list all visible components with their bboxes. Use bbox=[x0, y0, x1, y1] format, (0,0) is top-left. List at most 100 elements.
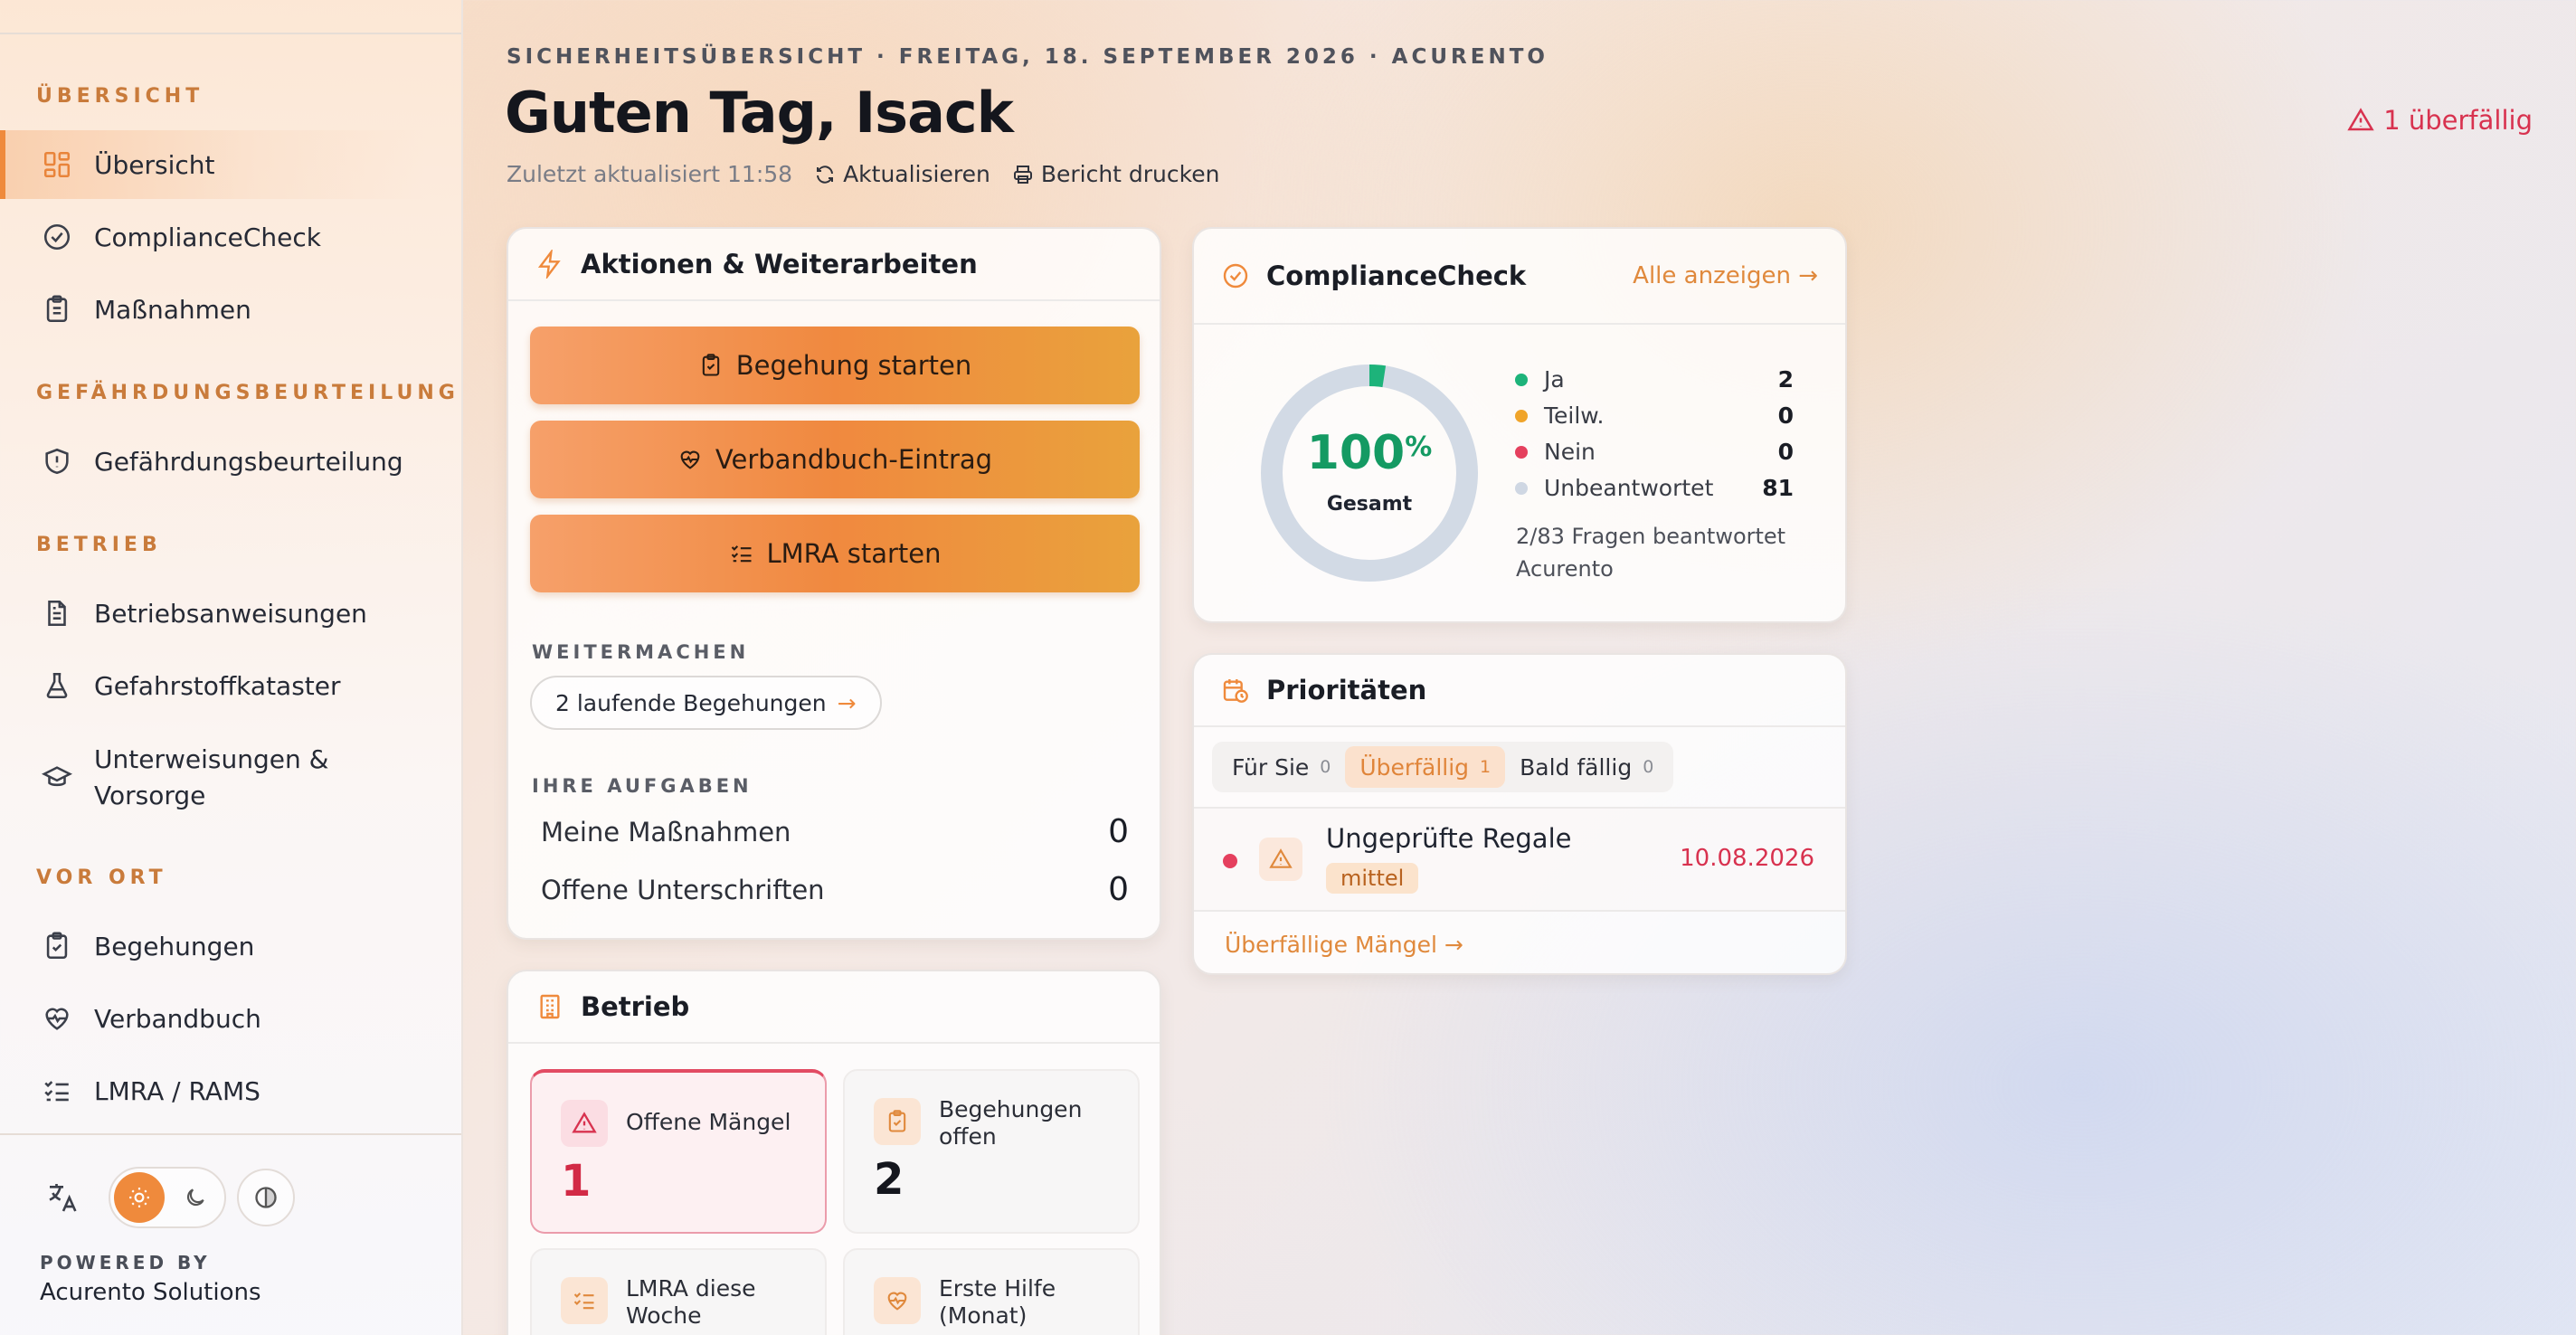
sidebar-item-betriebsanweisungen[interactable]: Betriebsanweisungen bbox=[0, 579, 425, 648]
operations-card-title: Betrieb bbox=[581, 991, 690, 1022]
powered-by-label: POWERED BY bbox=[40, 1252, 211, 1273]
priority-item[interactable]: Ungeprüfte Regale mittel 10.08.2026 bbox=[1194, 807, 1845, 912]
priority-item-title: Ungeprüfte Regale bbox=[1326, 823, 1572, 854]
task-row-unterschriften[interactable]: Offene Unterschriften 0 bbox=[541, 871, 1129, 908]
arrow-right-icon: → bbox=[1444, 932, 1463, 958]
translate-icon[interactable] bbox=[45, 1179, 81, 1216]
show-all-link[interactable]: Alle anzeigen → bbox=[1633, 262, 1818, 289]
summary-company: Acurento bbox=[1516, 556, 1614, 582]
legend-label: Teilw. bbox=[1544, 402, 1605, 429]
compliance-card-title: ComplianceCheck bbox=[1266, 260, 1527, 291]
tile-label: LMRA diese Woche bbox=[626, 1275, 756, 1330]
tab-ueberfaellig[interactable]: Überfällig 1 bbox=[1345, 746, 1506, 788]
tab-label: Für Sie bbox=[1232, 753, 1310, 781]
lmra-week-tile[interactable]: LMRA diese Woche bbox=[530, 1248, 827, 1335]
legend-label: Nein bbox=[1544, 439, 1596, 465]
print-report-button[interactable]: Bericht drucken bbox=[1012, 161, 1220, 187]
lightning-icon bbox=[537, 250, 561, 279]
last-updated-text: Zuletzt aktualisiert 11:58 bbox=[507, 161, 793, 187]
legend-dot bbox=[1515, 481, 1528, 495]
tab-count: 0 bbox=[1643, 757, 1654, 777]
warning-triangle-icon bbox=[572, 1112, 597, 1133]
task-label: Meine Maßnahmen bbox=[541, 816, 791, 847]
dark-mode-button[interactable] bbox=[170, 1172, 221, 1223]
start-lmra-button[interactable]: LMRA starten bbox=[530, 515, 1140, 592]
sidebar-item-gefaehrdungsbeurteilung[interactable]: Gefährdungsbeurteilung bbox=[0, 427, 425, 496]
refresh-button[interactable]: Aktualisieren bbox=[814, 161, 990, 187]
sidebar-item-begehungen[interactable]: Begehungen bbox=[0, 912, 425, 980]
heart-pulse-icon bbox=[680, 450, 700, 469]
open-defects-tile[interactable]: Offene Mängel 1 bbox=[530, 1069, 827, 1234]
answered-summary: 2/83 Fragen beantwortet bbox=[1516, 524, 1786, 549]
compliance-card: ComplianceCheck Alle anzeigen → 100% Ges… bbox=[1192, 227, 1847, 623]
sidebar-item-uebersicht[interactable]: Übersicht bbox=[0, 130, 425, 199]
sidebar-item-compliancecheck[interactable]: ComplianceCheck bbox=[0, 203, 425, 271]
sidebar-item-label: Gefährdungsbeurteilung bbox=[94, 446, 403, 477]
clipboard-check-icon bbox=[702, 354, 719, 376]
first-aid-entry-button[interactable]: Verbandbuch-Eintrag bbox=[530, 421, 1140, 498]
arrow-right-icon: → bbox=[1798, 262, 1818, 289]
open-inspections-tile[interactable]: Begehungen offen 2 bbox=[843, 1069, 1140, 1234]
checklist-icon bbox=[731, 545, 751, 563]
legend-dot bbox=[1515, 373, 1528, 386]
sidebar: ÜBERSICHT Übersicht ComplianceCheck Maßn… bbox=[0, 0, 463, 1335]
sidebar-top-divider bbox=[0, 33, 461, 34]
tab-label: Überfällig bbox=[1359, 753, 1470, 781]
document-text-icon bbox=[48, 600, 66, 627]
calendar-clock-icon bbox=[1223, 679, 1248, 703]
overdue-alert[interactable]: 1 überfällig bbox=[2347, 105, 2533, 136]
arrow-right-icon: → bbox=[837, 689, 857, 716]
first-aid-month-tile[interactable]: Erste Hilfe (Monat) bbox=[843, 1248, 1140, 1335]
sidebar-item-label: Begehungen bbox=[94, 931, 255, 961]
sidebar-item-massnahmen[interactable]: Maßnahmen bbox=[0, 275, 425, 344]
tile-label-line: Erste Hilfe bbox=[939, 1275, 1056, 1302]
sidebar-item-gefahrstoffkataster[interactable]: Gefahrstoffkataster bbox=[0, 651, 425, 720]
sidebar-item-lmra[interactable]: LMRA / RAMS bbox=[0, 1056, 425, 1125]
check-circle-icon bbox=[43, 223, 71, 251]
tile-icon bbox=[874, 1277, 921, 1324]
compliance-gauge: 100% Gesamt bbox=[1259, 363, 1480, 583]
sidebar-item-verbandbuch[interactable]: Verbandbuch bbox=[0, 984, 425, 1053]
tab-count: 1 bbox=[1480, 757, 1492, 777]
tile-value: 2 bbox=[874, 1154, 904, 1205]
tab-fuer-sie[interactable]: Für Sie 0 bbox=[1217, 746, 1345, 788]
legend-value: 2 bbox=[1777, 366, 1794, 393]
legend-label: Ja bbox=[1544, 366, 1565, 393]
task-count: 0 bbox=[1108, 871, 1129, 908]
running-inspections-label: 2 laufende Begehungen bbox=[555, 689, 827, 716]
warning-triangle-icon bbox=[1269, 848, 1293, 868]
sidebar-bottom-divider bbox=[0, 1133, 461, 1135]
shield-alert-icon bbox=[45, 448, 69, 475]
sidebar-item-unterweisungen[interactable]: Unterweisungen & Vorsorge bbox=[0, 734, 425, 821]
clipboard-check-icon bbox=[46, 932, 68, 960]
task-count: 0 bbox=[1108, 813, 1129, 850]
contrast-mode-button[interactable] bbox=[237, 1169, 295, 1226]
tab-count: 0 bbox=[1320, 757, 1331, 777]
sidebar-item-label: Übersicht bbox=[94, 149, 215, 180]
sidebar-item-label: LMRA / RAMS bbox=[94, 1075, 260, 1106]
section-title-gefaehrdung: GEFÄHRDUNGSBEURTEILUNG bbox=[36, 382, 459, 404]
theme-controls bbox=[45, 1167, 295, 1228]
priorities-card-header: Prioritäten bbox=[1194, 655, 1845, 727]
tile-icon bbox=[874, 1098, 921, 1145]
legend-value: 0 bbox=[1777, 439, 1794, 465]
print-label: Bericht drucken bbox=[1040, 161, 1220, 187]
sidebar-item-label: Betriebsanweisungen bbox=[94, 598, 367, 629]
operations-card-header: Betrieb bbox=[508, 971, 1160, 1044]
gauge-percent: 100% bbox=[1259, 426, 1480, 480]
warning-triangle-icon bbox=[2347, 108, 2374, 131]
task-row-massnahmen[interactable]: Meine Maßnahmen 0 bbox=[541, 813, 1129, 850]
sidebar-item-label: ComplianceCheck bbox=[94, 222, 321, 252]
light-mode-button[interactable] bbox=[114, 1172, 165, 1223]
heart-pulse-icon bbox=[887, 1292, 907, 1311]
start-inspection-button[interactable]: Begehung starten bbox=[530, 327, 1140, 404]
section-title-uebersicht: ÜBERSICHT bbox=[36, 85, 204, 108]
sidebar-item-label: Maßnahmen bbox=[94, 294, 251, 325]
overdue-defects-link[interactable]: Überfällige Mängel → bbox=[1225, 932, 1463, 958]
priority-item-icon bbox=[1259, 838, 1302, 881]
tile-label-line: (Monat) bbox=[939, 1302, 1028, 1329]
legend-row-teilweise: Teilw. 0 bbox=[1515, 402, 1794, 429]
running-inspections-button[interactable]: 2 laufende Begehungen → bbox=[530, 676, 882, 730]
tile-label-line: offen bbox=[939, 1123, 997, 1150]
tab-bald-faellig[interactable]: Bald fällig 0 bbox=[1505, 746, 1668, 788]
